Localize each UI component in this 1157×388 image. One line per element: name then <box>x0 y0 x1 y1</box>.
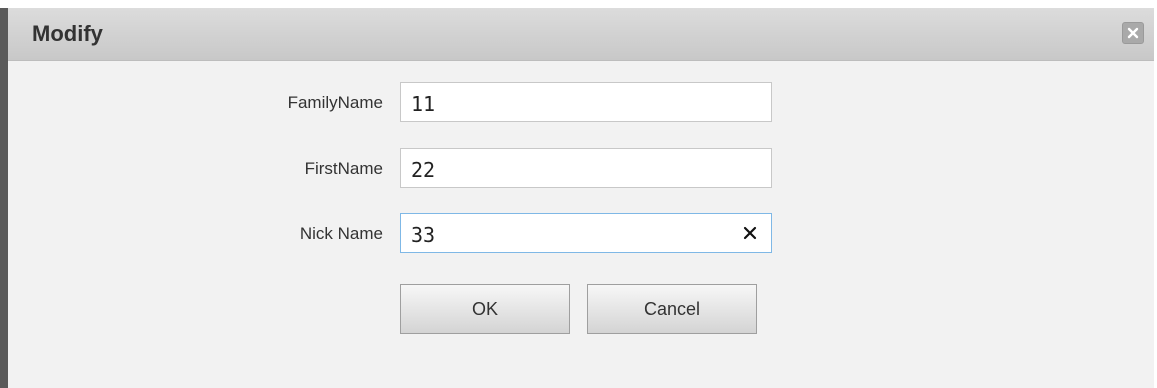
close-button[interactable] <box>1122 22 1144 44</box>
nickname-row: Nick Name 33 <box>8 213 1154 253</box>
nickname-label: Nick Name <box>299 224 383 243</box>
clear-icon[interactable] <box>743 226 757 240</box>
dialog-titlebar: Modify <box>8 8 1154 61</box>
familyname-row: FamilyName 11 <box>8 82 1154 122</box>
nickname-input[interactable]: 33 <box>400 213 772 253</box>
familyname-label: FamilyName <box>287 93 383 112</box>
nickname-value: 33 <box>411 223 436 247</box>
familyname-input[interactable]: 11 <box>400 82 772 122</box>
close-icon <box>1127 27 1139 39</box>
firstname-value: 22 <box>411 158 436 182</box>
cancel-button[interactable]: Cancel <box>587 284 757 334</box>
firstname-label: FirstName <box>304 159 383 178</box>
firstname-row: FirstName 22 <box>8 148 1154 188</box>
ok-button[interactable]: OK <box>400 284 570 334</box>
modify-dialog: Modify FamilyName 11 FirstName 22 Nick N… <box>0 8 1154 388</box>
familyname-value: 11 <box>411 92 436 116</box>
firstname-input[interactable]: 22 <box>400 148 772 188</box>
dialog-title: Modify <box>32 21 103 46</box>
